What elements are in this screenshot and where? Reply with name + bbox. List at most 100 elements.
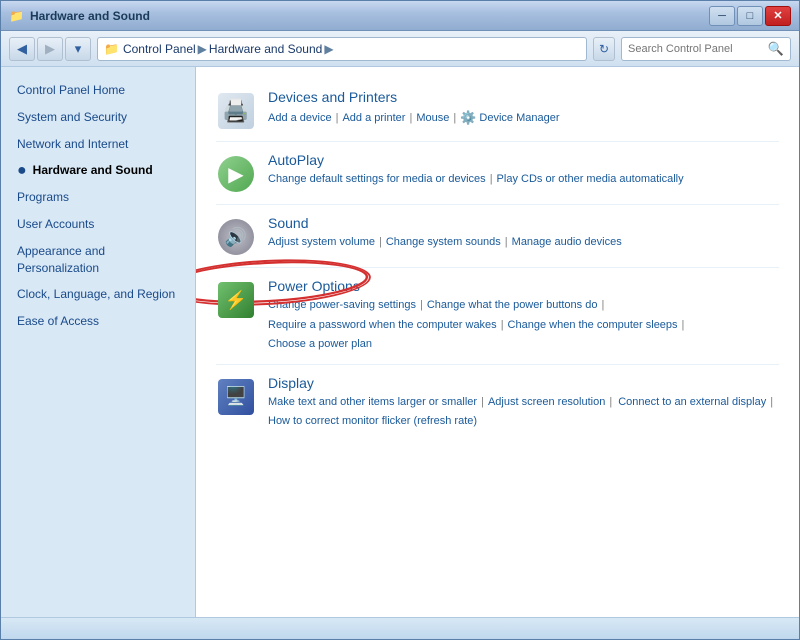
power-link-buttons[interactable]: Change what the power buttons do: [427, 297, 598, 315]
sound-title[interactable]: Sound: [268, 215, 779, 231]
search-box: 🔍: [621, 37, 791, 61]
sep: |: [505, 234, 508, 252]
sound-content: Sound Adjust system volume | Change syst…: [268, 215, 779, 252]
address-path: 📁 Control Panel ▶ Hardware and Sound ▶: [97, 37, 587, 61]
minimize-button[interactable]: ─: [709, 6, 735, 26]
sep: |: [453, 110, 456, 128]
power-icon-wrapper: ⚡: [216, 280, 256, 320]
autoplay-links: Change default settings for media or dev…: [268, 171, 779, 189]
section-autoplay: ▶ AutoPlay Change default settings for m…: [216, 142, 779, 205]
sep: |: [501, 317, 504, 335]
sound-links: Adjust system volume | Change system sou…: [268, 234, 779, 252]
power-icon: ⚡: [218, 282, 254, 318]
window-icon: 📁: [9, 9, 24, 23]
sidebar-item-network[interactable]: Network and Internet: [1, 131, 195, 158]
sidebar-item-home[interactable]: Control Panel Home: [1, 77, 195, 104]
display-icon: 🖥️: [218, 379, 254, 415]
sidebar-label-appearance: Appearance and Personalization: [17, 243, 179, 277]
sidebar-item-clock[interactable]: Clock, Language, and Region: [1, 281, 195, 308]
sidebar-item-hardware[interactable]: ● Hardware and Sound: [1, 157, 195, 184]
sidebar-label-network: Network and Internet: [17, 136, 128, 153]
section-display: 🖥️ Display Make text and other items lar…: [216, 365, 779, 441]
window-title: Hardware and Sound: [30, 9, 150, 23]
section-power: ⚡ Power Options Change power-saving sett…: [216, 268, 779, 365]
autoplay-link-play-cds[interactable]: Play CDs or other media automatically: [497, 171, 684, 189]
sound-icon-wrapper: 🔊: [216, 217, 256, 257]
refresh-button[interactable]: ↻: [593, 37, 615, 61]
dropdown-button[interactable]: ▾: [65, 37, 91, 61]
autoplay-title[interactable]: AutoPlay: [268, 152, 779, 168]
back-button[interactable]: ◀: [9, 37, 35, 61]
display-icon-wrapper: 🖥️: [216, 377, 256, 417]
sep: |: [490, 171, 493, 189]
devices-links: Add a device | Add a printer | Mouse | ⚙…: [268, 108, 779, 129]
sound-link-volume[interactable]: Adjust system volume: [268, 234, 375, 252]
display-links: Make text and other items larger or smal…: [268, 394, 779, 431]
display-title[interactable]: Display: [268, 375, 779, 391]
address-bar: ◀ ▶ ▾ 📁 Control Panel ▶ Hardware and Sou…: [1, 31, 799, 67]
sound-icon: 🔊: [218, 219, 254, 255]
display-link-external[interactable]: Connect to an external display: [618, 394, 766, 412]
path-control-panel[interactable]: Control Panel: [123, 42, 196, 56]
devices-link-mouse[interactable]: Mouse: [416, 110, 449, 128]
power-link-sleep[interactable]: Change when the computer sleeps: [508, 317, 678, 335]
sidebar-label-home: Control Panel Home: [17, 82, 125, 99]
maximize-button[interactable]: □: [737, 6, 763, 26]
sidebar-item-user-accounts[interactable]: User Accounts: [1, 211, 195, 238]
devices-icon: 🖨️: [218, 93, 254, 129]
search-input[interactable]: [628, 43, 764, 55]
devices-link-device-manager[interactable]: Device Manager: [479, 110, 559, 128]
title-bar-left: 📁 Hardware and Sound: [9, 9, 150, 23]
path-sep-2: ▶: [324, 42, 333, 56]
status-bar: [1, 617, 799, 639]
nav-buttons: ◀ ▶ ▾: [9, 37, 91, 61]
sep: |: [409, 110, 412, 128]
sidebar-label-system: System and Security: [17, 109, 127, 126]
sep: |: [609, 394, 612, 412]
section-sound: 🔊 Sound Adjust system volume | Change sy…: [216, 205, 779, 268]
autoplay-icon-wrapper: ▶: [216, 154, 256, 194]
power-title[interactable]: Power Options: [268, 278, 779, 294]
power-content: Power Options Change power-saving settin…: [268, 278, 779, 354]
devices-link-add-device[interactable]: Add a device: [268, 110, 332, 128]
display-link-resolution[interactable]: Adjust screen resolution: [488, 394, 605, 412]
power-link-password[interactable]: Require a password when the computer wak…: [268, 317, 497, 335]
sidebar-item-system[interactable]: System and Security: [1, 104, 195, 131]
autoplay-link-default[interactable]: Change default settings for media or dev…: [268, 171, 486, 189]
sidebar-item-programs[interactable]: Programs: [1, 184, 195, 211]
sep: |: [379, 234, 382, 252]
sound-link-system-sounds[interactable]: Change system sounds: [386, 234, 501, 252]
display-link-flicker[interactable]: How to correct monitor flicker (refresh …: [268, 413, 477, 431]
folder-icon: 📁: [104, 42, 119, 56]
sidebar-label-user-accounts: User Accounts: [17, 216, 94, 233]
sep: |: [601, 297, 604, 315]
devices-icon-wrapper: 🖨️: [216, 91, 256, 131]
section-devices: 🖨️ Devices and Printers Add a device | A…: [216, 79, 779, 142]
sidebar-item-access[interactable]: Ease of Access: [1, 308, 195, 335]
sidebar-label-programs: Programs: [17, 189, 69, 206]
sep: |: [420, 297, 423, 315]
active-bullet: ●: [17, 163, 27, 179]
power-link-saving[interactable]: Change power-saving settings: [268, 297, 416, 315]
title-bar-controls: ─ □ ✕: [709, 6, 791, 26]
sep: |: [481, 394, 484, 412]
devices-title[interactable]: Devices and Printers: [268, 89, 779, 105]
autoplay-icon: ▶: [218, 156, 254, 192]
power-links: Change power-saving settings | Change wh…: [268, 297, 779, 354]
content-area: 🖨️ Devices and Printers Add a device | A…: [196, 67, 799, 617]
sep: |: [682, 317, 685, 335]
sidebar: Control Panel Home System and Security N…: [1, 67, 196, 617]
main-area: Control Panel Home System and Security N…: [1, 67, 799, 617]
sound-link-audio-devices[interactable]: Manage audio devices: [512, 234, 622, 252]
sidebar-item-appearance[interactable]: Appearance and Personalization: [1, 238, 195, 282]
path-hardware-sound[interactable]: Hardware and Sound: [209, 42, 322, 56]
power-link-plan[interactable]: Choose a power plan: [268, 336, 372, 354]
forward-button[interactable]: ▶: [37, 37, 63, 61]
close-button[interactable]: ✕: [765, 6, 791, 26]
sidebar-label-access: Ease of Access: [17, 313, 99, 330]
display-link-text-size[interactable]: Make text and other items larger or smal…: [268, 394, 477, 412]
autoplay-content: AutoPlay Change default settings for med…: [268, 152, 779, 189]
display-content: Display Make text and other items larger…: [268, 375, 779, 431]
sep: |: [336, 110, 339, 128]
devices-link-add-printer[interactable]: Add a printer: [342, 110, 405, 128]
